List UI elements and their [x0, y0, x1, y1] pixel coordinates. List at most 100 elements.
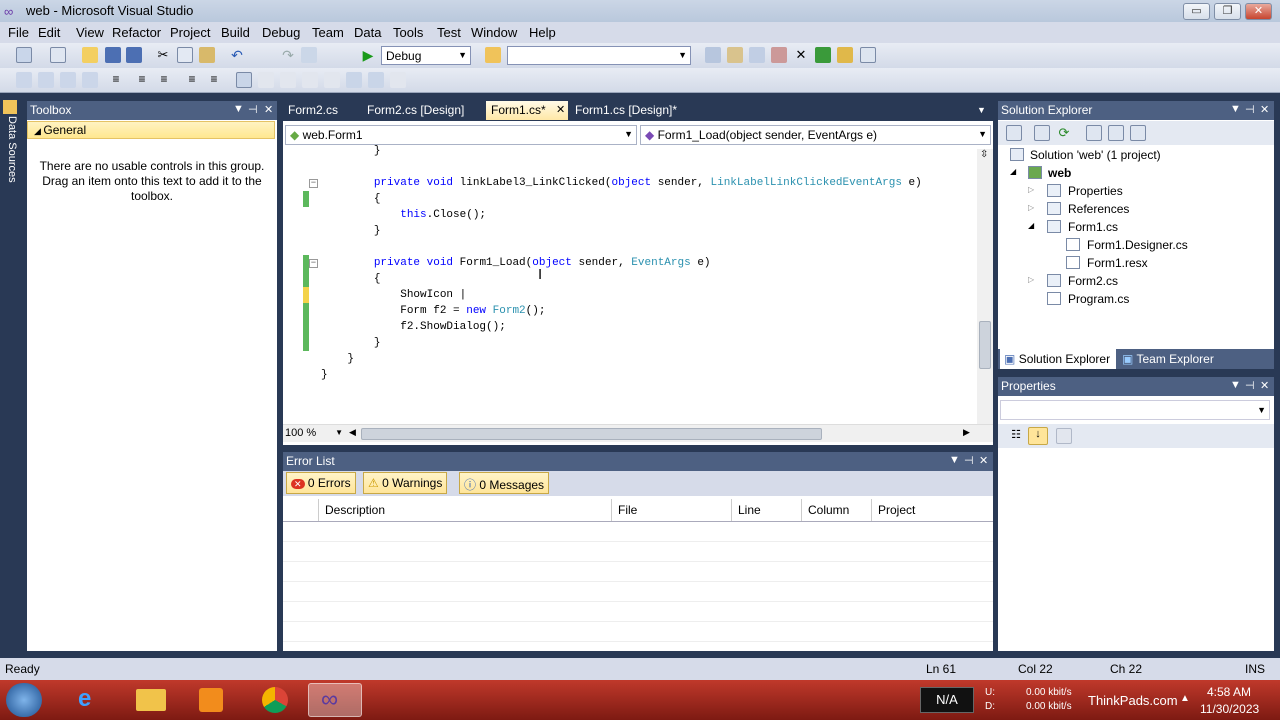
extension-manager-icon[interactable]: [837, 47, 853, 63]
close-icon[interactable]: ✕: [1260, 379, 1269, 392]
code-line[interactable]: this.Close();: [321, 207, 486, 223]
tab-form1-design[interactable]: Form1.cs [Design]*: [570, 101, 682, 120]
menu-item-team[interactable]: Team: [312, 25, 344, 40]
close-window-button[interactable]: ✕: [1245, 3, 1272, 20]
collapse-region-icon[interactable]: −: [309, 259, 318, 268]
tree-item-form1-designer[interactable]: Form1.Designer.cs: [1087, 238, 1188, 252]
pin-icon[interactable]: ⊣: [1245, 103, 1255, 116]
code-line[interactable]: }: [321, 223, 381, 239]
add-item-icon[interactable]: [50, 47, 66, 63]
menu-item-debug[interactable]: Debug: [262, 25, 300, 40]
find-in-files-icon[interactable]: [485, 47, 501, 63]
next-bookmark-icon[interactable]: [280, 72, 296, 88]
clock-time[interactable]: 4:58 AM: [1207, 685, 1251, 699]
chrome-icon[interactable]: [248, 683, 302, 717]
close-icon[interactable]: ✕: [979, 454, 988, 467]
next-bookmark-doc-icon[interactable]: [368, 72, 384, 88]
tab-team-explorer[interactable]: ▣ Team Explorer: [1120, 349, 1240, 369]
code-line[interactable]: }: [321, 143, 381, 159]
file-explorer-icon[interactable]: [124, 683, 178, 717]
scroll-right-icon[interactable]: ▶: [963, 427, 970, 438]
vertical-scrollbar[interactable]: ⇳: [977, 149, 993, 424]
copy-icon[interactable]: [177, 47, 193, 63]
code-line[interactable]: Form f2 = new Form2();: [321, 303, 545, 319]
save-all-icon[interactable]: [126, 47, 142, 63]
data-sources-tab[interactable]: Data Sources: [2, 116, 20, 190]
chevron-down-icon[interactable]: ▼: [977, 105, 986, 115]
column-header-column[interactable]: Column: [802, 499, 872, 521]
column-header-project[interactable]: Project: [872, 499, 993, 521]
previous-bookmark-icon[interactable]: [258, 72, 274, 88]
warnings-filter-button[interactable]: ⚠ 0 Warnings: [363, 472, 448, 494]
undo-icon[interactable]: ↶: [229, 47, 245, 63]
code-line[interactable]: }: [321, 335, 381, 351]
start-page-icon[interactable]: [815, 47, 831, 63]
column-header-description[interactable]: Description: [319, 499, 612, 521]
decrease-indent-icon[interactable]: ≡: [108, 72, 124, 88]
tree-item-form1[interactable]: Form1.cs: [1068, 220, 1118, 234]
menu-item-data[interactable]: Data: [354, 25, 381, 40]
solution-config-select[interactable]: Debug ▼: [381, 46, 471, 65]
menu-item-refactor[interactable]: Refactor: [112, 25, 161, 40]
tab-solution-explorer[interactable]: ▣ Solution Explorer: [1000, 349, 1116, 369]
tree-item-solution[interactable]: Solution 'web' (1 project): [1030, 148, 1161, 162]
menu-item-test[interactable]: Test: [437, 25, 461, 40]
navigate-back-icon[interactable]: [301, 47, 317, 63]
properties-object-select[interactable]: ▼: [1000, 400, 1270, 420]
save-icon[interactable]: [105, 47, 121, 63]
triangle-down-icon[interactable]: ◢: [1010, 167, 1016, 176]
column-header-line[interactable]: Line: [732, 499, 802, 521]
bookmark-icon[interactable]: [236, 72, 252, 88]
show-all-files-icon[interactable]: [1034, 125, 1050, 141]
close-icon[interactable]: ✕: [1260, 103, 1269, 116]
maximize-button[interactable]: ❐: [1214, 3, 1241, 20]
menu-item-help[interactable]: Help: [529, 25, 556, 40]
class-navigation-select[interactable]: ◆ web.Form1 ▼: [285, 125, 637, 145]
triangle-right-icon[interactable]: ▷: [1028, 185, 1034, 194]
horizontal-scroll-bar[interactable]: 100 % ▼ ◀ ▶: [283, 424, 993, 442]
categorized-icon[interactable]: ☷: [1008, 428, 1024, 444]
code-line[interactable]: private void Form1_Load(object sender, E…: [321, 255, 711, 271]
tab-form2-design[interactable]: Form2.cs [Design]: [362, 101, 469, 120]
cut-icon[interactable]: ✂: [155, 47, 171, 63]
close-icon[interactable]: ✕: [264, 103, 273, 116]
command-window-icon[interactable]: [860, 47, 876, 63]
tree-item-references[interactable]: References: [1068, 202, 1129, 216]
collapse-region-icon[interactable]: −: [309, 179, 318, 188]
member-navigation-select[interactable]: ◆ Form1_Load(object sender, EventArgs e)…: [640, 125, 991, 145]
zoom-select[interactable]: 100 % ▼: [285, 427, 343, 442]
refresh-icon[interactable]: ⟳: [1056, 125, 1072, 141]
tools-icon[interactable]: ✕: [793, 47, 809, 63]
parameter-info-icon[interactable]: [38, 72, 54, 88]
clock-date[interactable]: 11/30/2023: [1200, 702, 1259, 716]
view-code-icon[interactable]: [1086, 125, 1102, 141]
menu-item-edit[interactable]: Edit: [38, 25, 60, 40]
new-project-icon[interactable]: [16, 47, 32, 63]
messages-filter-button[interactable]: ⓘ 0 Messages: [459, 472, 550, 494]
view-designer-icon[interactable]: [1108, 125, 1124, 141]
triangle-down-icon[interactable]: ◢: [1028, 221, 1034, 230]
quick-info-icon[interactable]: [60, 72, 76, 88]
pin-icon[interactable]: ⊣: [964, 454, 974, 467]
errors-filter-button[interactable]: ✕ 0 Errors: [286, 472, 356, 494]
chevron-down-icon[interactable]: ▼: [949, 454, 960, 466]
tab-form1-cs[interactable]: Form1.cs* ✕: [486, 101, 568, 120]
increase-indent-icon[interactable]: ≡: [134, 72, 150, 88]
tab-form2-cs[interactable]: Form2.cs: [283, 101, 343, 120]
menu-item-project[interactable]: Project: [170, 25, 210, 40]
comment-icon[interactable]: ≡: [156, 72, 172, 88]
property-pages-icon[interactable]: [1056, 428, 1072, 444]
solution-explorer-icon[interactable]: [705, 47, 721, 63]
redo-icon[interactable]: ↷: [280, 47, 296, 63]
code-area[interactable]: } private void linkLabel3_LinkClicked(ob…: [283, 145, 977, 424]
tree-item-program[interactable]: Program.cs: [1068, 292, 1129, 306]
tree-item-project[interactable]: web: [1048, 166, 1071, 180]
open-file-icon[interactable]: [82, 47, 98, 63]
class-diagram-icon[interactable]: [1130, 125, 1146, 141]
code-line[interactable]: }: [321, 367, 328, 383]
triangle-right-icon[interactable]: ▷: [1028, 203, 1034, 212]
menu-item-build[interactable]: Build: [221, 25, 250, 40]
clear-bookmarks-icon[interactable]: [390, 72, 406, 88]
properties-window-icon[interactable]: [727, 47, 743, 63]
chevron-down-icon[interactable]: ▼: [1230, 103, 1241, 115]
